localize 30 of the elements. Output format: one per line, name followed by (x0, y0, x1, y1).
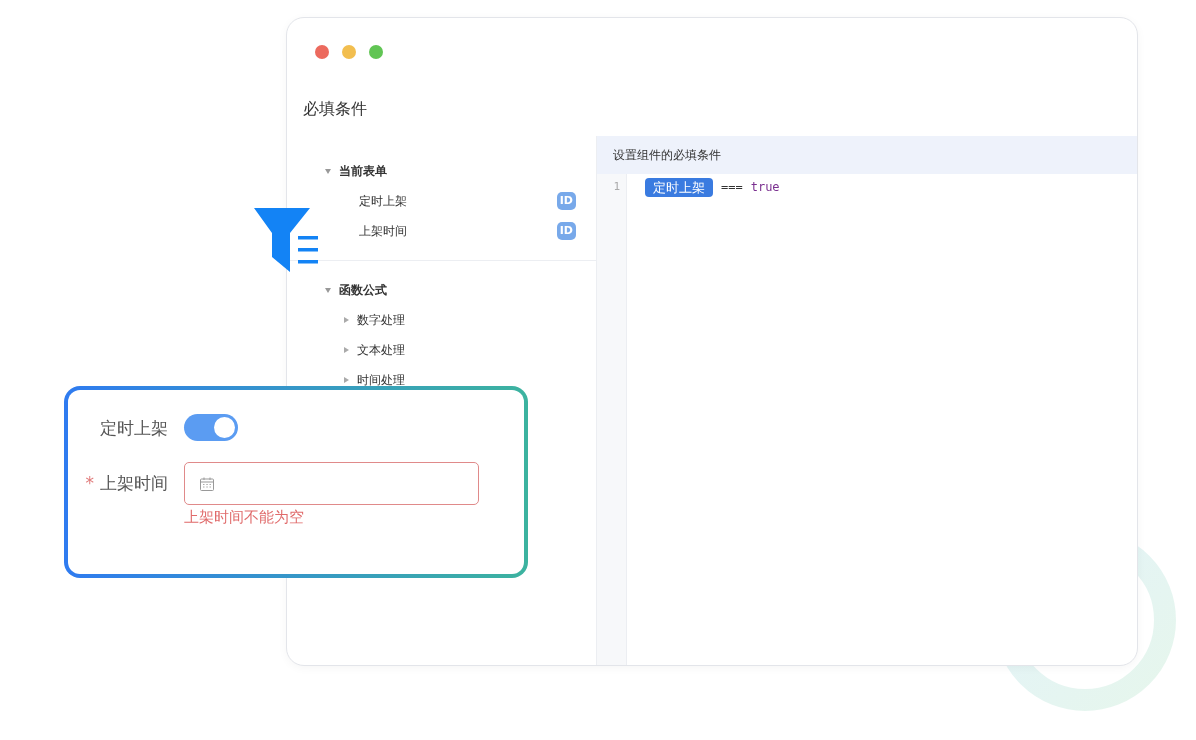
tree-item[interactable]: 文本处理 (357, 341, 405, 359)
calendar-icon (199, 475, 215, 492)
caret-icon[interactable] (344, 347, 349, 353)
date-field[interactable] (184, 462, 479, 505)
tree-item[interactable]: 上架时间 (359, 222, 407, 240)
maximize-button[interactable] (369, 45, 383, 59)
window-title: 必填条件 (303, 99, 367, 118)
line-number: 1 (613, 178, 620, 195)
field-label: 上架时间 (100, 473, 168, 493)
code-keyword: true (750, 179, 780, 196)
tree-group-label[interactable]: 当前表单 (339, 162, 387, 180)
tree-item[interactable]: 时间处理 (357, 371, 405, 389)
minimize-button[interactable] (342, 45, 356, 59)
close-button[interactable] (315, 45, 329, 59)
editor-title: 设置组件的必填条件 (613, 147, 721, 164)
toggle-switch[interactable] (184, 414, 238, 441)
required-mark: * (85, 473, 94, 493)
field-label: 定时上架 (100, 418, 168, 438)
tree-item[interactable]: 定时上架 (359, 192, 407, 210)
code-operator: === (721, 179, 743, 196)
caret-icon[interactable] (325, 287, 331, 293)
caret-icon[interactable] (325, 168, 331, 174)
id-badge: ID (556, 221, 576, 241)
tree-item[interactable]: 数字处理 (357, 311, 405, 329)
tree-group-label[interactable]: 函数公式 (339, 281, 387, 299)
filter-icon (254, 207, 320, 273)
error-message: 上架时间不能为空 (184, 507, 305, 528)
field-chip: 定时上架 (645, 177, 713, 197)
caret-icon[interactable] (344, 317, 349, 323)
id-badge: ID (556, 191, 576, 211)
